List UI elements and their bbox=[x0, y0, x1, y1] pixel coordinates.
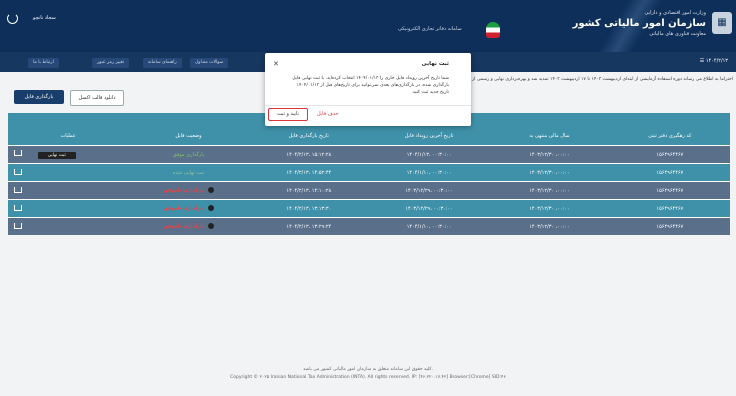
upload-date-cell: ۱۴۰۴/۲/۱۳، ۱۴:۵۲:۴۴ bbox=[248, 163, 369, 182]
username: سجاد نانچو bbox=[33, 15, 56, 21]
download-icon[interactable] bbox=[14, 222, 22, 229]
fiscal-year-cell: ۱۴۰۳/۱۲/۳۰ ،۰۰:۰۰ bbox=[489, 199, 610, 218]
finalize-modal: ثبت نهایی ✕ شما تاریخ آخرین رویداد فایل … bbox=[265, 53, 471, 126]
col-status: وضعیت فایل bbox=[128, 127, 249, 146]
upload-date-cell: ۱۴۰۴/۲/۱۳، ۱۴:۱۰:۲۸ bbox=[248, 181, 369, 200]
brand: وزارت امور اقتصادی و دارایی سازمان امور … bbox=[573, 10, 706, 37]
menu-icon[interactable]: ☰ bbox=[700, 58, 704, 64]
error-info-icon[interactable] bbox=[207, 223, 214, 230]
power-icon[interactable] bbox=[7, 13, 18, 24]
delete-file-button[interactable]: حذف فایل bbox=[317, 111, 339, 117]
org-line1: وزارت امور اقتصادی و دارایی bbox=[644, 10, 706, 16]
status-text: بارگذاری ناموفق bbox=[163, 223, 205, 230]
operations-cell bbox=[8, 181, 129, 200]
download-icon[interactable] bbox=[14, 186, 22, 193]
tracking-code-cell: ۱۵۶۴۹۶۴۴۶۷ bbox=[609, 163, 730, 182]
emblem-icon: ▦ bbox=[712, 12, 732, 34]
modal-message: شما تاریخ آخرین رویداد فایل جاری را ۱۴۰۴… bbox=[292, 76, 449, 95]
status-cell: ثبت نهایی شده bbox=[128, 163, 249, 182]
upload-date-cell: ۱۴۰۴/۲/۱۳، ۱۳:۱۳:۳۰ bbox=[248, 199, 369, 218]
upload-date-cell: ۱۴۰۴/۲/۱۳، ۱۳:۲۹:۲۴ bbox=[248, 217, 369, 235]
operations-cell bbox=[8, 163, 129, 182]
table-row[interactable]: بارگذاری ناموفق ۱۴۰۴/۲/۱۳، ۱۳:۱۳:۳۰ ۱۴۰۳… bbox=[8, 199, 730, 218]
tracking-code-cell: ۱۵۶۴۹۶۴۴۶۷ bbox=[609, 217, 730, 235]
col-upload-date: تاریخ بارگذاری فایل bbox=[248, 127, 369, 146]
app-header: ▦ وزارت امور اقتصادی و دارایی سازمان امو… bbox=[0, 0, 736, 52]
last-event-cell: ۱۴۰۳/۱۲/۲۹، ۰۰:۳۰:۰۰ bbox=[368, 181, 490, 200]
close-icon[interactable]: ✕ bbox=[273, 60, 279, 68]
col-operations: عملیات bbox=[8, 127, 129, 146]
operations-cell bbox=[8, 217, 129, 235]
nav-faq[interactable]: سوالات متداول bbox=[190, 58, 229, 68]
col-fiscal-year: سال مالی منتهی به bbox=[489, 127, 610, 146]
status-cell: بارگذاری ناموفق bbox=[128, 217, 249, 235]
last-event-cell: ۱۴۰۴/۱/۱۳، ۰۰:۳۰:۰۰ bbox=[368, 145, 490, 164]
fiscal-year-cell: ۱۴۰۳/۱۲/۳۰ ،۰۰:۰۰ bbox=[489, 181, 610, 200]
tracking-code-cell: ۱۵۶۴۹۶۴۴۶۷ bbox=[609, 199, 730, 218]
footer-copyright: Copyright © ۲۰۲۵ Iranian National Tax Ad… bbox=[230, 375, 506, 380]
modal-title: ثبت نهایی bbox=[421, 61, 449, 67]
finalize-button[interactable]: ثبت نهایی bbox=[37, 152, 76, 159]
download-icon[interactable] bbox=[14, 168, 22, 175]
last-event-cell: ۱۴۰۴/۱/۱۰، ۰۰:۳۰:۰۰ bbox=[368, 163, 490, 182]
nav-contact[interactable]: ارتباط با ما bbox=[28, 58, 59, 68]
tracking-code-cell: ۱۵۶۴۹۶۴۴۶۷ bbox=[609, 181, 730, 200]
download-template-button[interactable]: دانلود قالب اکسل bbox=[70, 90, 124, 106]
tracking-code-cell: ۱۵۶۴۹۶۴۴۶۷ bbox=[609, 145, 730, 164]
table-row[interactable]: ثبت نهایی بارگذاری موفق ۱۴۰۴/۲/۱۳، ۱۵:۱۲… bbox=[8, 145, 730, 164]
operations-cell bbox=[8, 199, 129, 218]
error-info-icon[interactable] bbox=[207, 187, 214, 194]
modal-divider bbox=[265, 105, 471, 106]
confirm-finalize-button[interactable]: تایید و ثبت bbox=[268, 108, 308, 121]
fiscal-year-cell: ۱۴۰۳/۱۲/۳۰ ،۰۰:۰۰ bbox=[489, 163, 610, 182]
current-date: ۱۴۰۴/۲/۱۳ ☰ bbox=[700, 58, 728, 64]
files-table: عملیات وضعیت فایل تاریخ بارگذاری فایل تا… bbox=[8, 127, 730, 235]
last-event-cell: ۱۴۰۴/۱/۱۰، ۰۰:۳۰:۰۰ bbox=[368, 217, 490, 235]
download-icon[interactable] bbox=[14, 204, 22, 211]
upload-date-cell: ۱۴۰۴/۲/۱۳، ۱۵:۱۲:۲۸ bbox=[248, 145, 369, 164]
date-text: ۱۴۰۴/۲/۱۳ bbox=[705, 58, 728, 64]
status-cell: بارگذاری موفق bbox=[128, 145, 249, 164]
footer-rights: کلیه حقوق این سامانه متعلق به سازمان امو… bbox=[303, 367, 433, 372]
error-info-icon[interactable] bbox=[207, 205, 214, 212]
last-event-cell: ۱۴۰۳/۱۲/۲۹، ۰۰:۳۰:۰۰ bbox=[368, 199, 490, 218]
col-tracking-code: کد رهگیری دفتر ثبتی bbox=[609, 127, 730, 146]
upload-file-button[interactable]: بارگذاری فایل bbox=[14, 90, 64, 104]
nav-help[interactable]: راهنمای سامانه bbox=[143, 58, 182, 68]
system-name: سامانه دفاتر تجاری الکترونیکی bbox=[398, 26, 462, 32]
table-row[interactable]: بارگذاری ناموفق ۱۴۰۴/۲/۱۳، ۱۴:۱۰:۲۸ ۱۴۰۳… bbox=[8, 181, 730, 200]
status-cell: بارگذاری ناموفق bbox=[128, 199, 249, 218]
status-cell: بارگذاری ناموفق bbox=[128, 181, 249, 200]
fiscal-year-cell: ۱۴۰۳/۱۲/۳۰ ،۰۰:۰۰ bbox=[489, 217, 610, 235]
org-line3: معاونت فناوری های مالیاتی bbox=[649, 31, 706, 37]
status-text: بارگذاری ناموفق bbox=[163, 187, 205, 194]
operations-cell: ثبت نهایی bbox=[8, 145, 129, 164]
table-header-row: عملیات وضعیت فایل تاریخ بارگذاری فایل تا… bbox=[8, 127, 730, 146]
nav-change-password[interactable]: تغییر رمز عبور bbox=[92, 58, 130, 68]
footer: کلیه حقوق این سامانه متعلق به سازمان امو… bbox=[0, 366, 736, 382]
table-row[interactable]: ثبت نهایی شده ۱۴۰۴/۲/۱۳، ۱۴:۵۲:۴۴ ۱۴۰۴/۱… bbox=[8, 163, 730, 182]
download-icon[interactable] bbox=[14, 150, 22, 156]
col-last-event: تاریخ آخرین رویداد فایل bbox=[368, 127, 490, 146]
fiscal-year-cell: ۱۴۰۳/۱۲/۳۰ ،۰۰:۰۰ bbox=[489, 145, 610, 164]
status-text: بارگذاری ناموفق bbox=[163, 205, 205, 212]
table-row[interactable]: بارگذاری ناموفق ۱۴۰۴/۲/۱۳، ۱۳:۲۹:۲۴ ۱۴۰۴… bbox=[8, 217, 730, 235]
org-line2: سازمان امور مالیاتی کشور bbox=[572, 18, 706, 29]
